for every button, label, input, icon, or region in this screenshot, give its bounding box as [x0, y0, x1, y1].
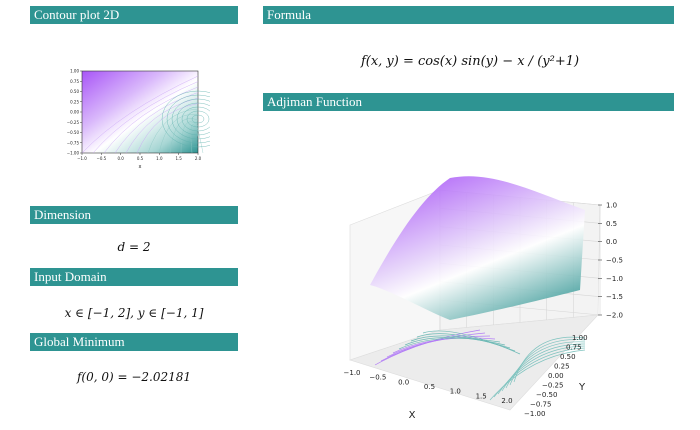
surface-y-tick-label: 0.00 — [548, 372, 564, 380]
global-minimum-value: f(0, 0) = −2.02181 — [76, 370, 192, 384]
contour-y-tick-label: −0.50 — [67, 130, 80, 135]
surface-x-tick-label: 1.5 — [476, 392, 487, 400]
surface-x-tick-label: 1.0 — [450, 388, 461, 396]
contour-y-tick-label: −0.75 — [67, 140, 80, 145]
surface-y-tick-label: −0.75 — [530, 401, 551, 409]
surface-y-tick-label: 0.25 — [554, 363, 570, 371]
contour-x-tick-label: −1.0 — [77, 156, 87, 161]
contour-y-tick-label: 0.50 — [70, 89, 79, 94]
surface-x-tick-label: −0.5 — [369, 374, 386, 382]
contour-y-ticks: 1.00 0.75 0.50 0.25 0.00 −0.25 −0.50 −0.75 −1.00 — [67, 69, 82, 156]
surface-y-label: Y — [578, 382, 586, 393]
surface-z-tick-label: −2.0 — [606, 312, 623, 320]
contour-x-tick-label: 1.0 — [156, 156, 163, 161]
surface-z-tick-label: −1.0 — [606, 275, 623, 283]
surface-z-tick-label: 1.0 — [606, 202, 617, 210]
surface-x-tick-label: 0.5 — [424, 383, 435, 391]
input-domain-header: Input Domain — [30, 268, 238, 286]
surface-z-tick-label: 0.5 — [606, 220, 617, 228]
contour-x-tick-label: 1.5 — [175, 156, 182, 161]
formula-expression: f(x, y) = cos(x) sin(y) − x / (y²+1) — [360, 54, 580, 69]
contour-x-ticks: −1.0 −0.5 0.0 0.5 1.0 1.5 2.0 — [77, 153, 202, 161]
surface-y-tick-label: −0.50 — [536, 391, 557, 399]
surface-z-tick-label: −0.5 — [606, 257, 623, 265]
surface-y-tick-label: −1.00 — [524, 410, 545, 418]
surface-z-tick-label: 0.0 — [606, 238, 617, 246]
surface-x-label: X — [409, 410, 416, 421]
contour-y-tick-label: −0.25 — [67, 120, 80, 125]
dimension-header: Dimension — [30, 206, 238, 224]
contour-x-tick-label: −0.5 — [96, 156, 106, 161]
contour-plot: −1.0 −0.5 0.0 0.5 1.0 1.5 2.0 1.00 0.75 0.50 0.25… — [67, 69, 210, 170]
dimension-value: d = 2 — [117, 240, 151, 254]
contour-y-tick-label: 0.75 — [70, 79, 79, 84]
surface-y-tick-label: −0.25 — [542, 382, 563, 390]
contour-y-tick-label: 0.25 — [70, 99, 79, 104]
surface-x-tick-label: 0.0 — [398, 378, 409, 386]
contour-y-tick-label: 0.00 — [70, 110, 79, 115]
adjiman-function-header: Adjiman Function — [263, 93, 674, 111]
surface-z-ticks: 1.0 0.5 0.0 −0.5 −1.0 −1.5 −2.0 — [598, 202, 623, 320]
contour-x-label: x — [139, 164, 142, 170]
surface-3d-plot: −1.0 −0.5 0.0 0.5 1.0 1.5 2.0 1.00 0.750.50 0.25… — [344, 176, 623, 421]
surface-y-tick-label: 0.50 — [560, 353, 576, 361]
global-minimum-header: Global Minimum — [30, 333, 238, 351]
contour-x-tick-label: 0.0 — [117, 156, 124, 161]
contour-y-tick-label: 1.00 — [70, 69, 79, 74]
contour-plot-header: Contour plot 2D — [30, 6, 238, 24]
surface-z-tick-label: −1.5 — [606, 293, 623, 301]
input-domain-value: x ∈ [−1, 2], y ∈ [−1, 1] — [64, 306, 204, 320]
contour-x-tick-label: 2.0 — [195, 156, 202, 161]
surface-x-tick-label: −1.0 — [344, 369, 361, 377]
contour-y-tick-label: −1.00 — [67, 151, 80, 156]
surface-y-tick-label: 1.00 — [572, 334, 588, 342]
surface-y-tick-label: 0.75 — [566, 344, 582, 352]
formula-header: Formula — [263, 6, 674, 24]
surface-x-tick-label: 2.0 — [501, 397, 512, 405]
contour-x-tick-label: 0.5 — [137, 156, 144, 161]
